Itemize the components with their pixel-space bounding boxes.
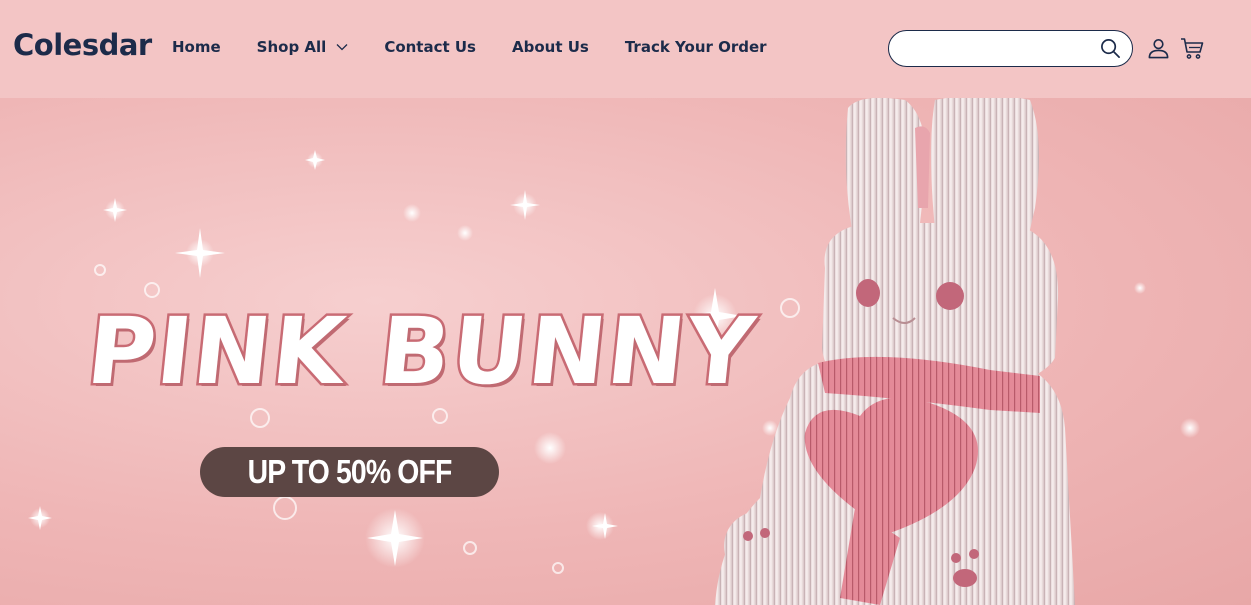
nav-contact-us[interactable]: Contact Us xyxy=(384,38,476,56)
nav-shop-all-label: Shop All xyxy=(256,38,327,56)
nav-home[interactable]: Home xyxy=(172,38,221,56)
search-box xyxy=(888,30,1133,67)
main-nav: Home Shop All Contact Us About Us Track … xyxy=(172,38,803,56)
nav-contact-label: Contact Us xyxy=(384,38,476,56)
site-logo[interactable]: Colesdar xyxy=(13,28,152,62)
hero-banner[interactable]: PINK BUNNY UP TO 50% OFF xyxy=(0,98,1251,605)
search-input[interactable] xyxy=(903,37,1093,61)
hero-title: PINK BUNNY xyxy=(80,296,764,408)
nav-home-label: Home xyxy=(172,38,221,56)
nav-about-label: About Us xyxy=(512,38,589,56)
promo-badge: UP TO 50% OFF xyxy=(200,447,499,497)
search-icon[interactable] xyxy=(1100,38,1121,59)
nav-track-label: Track Your Order xyxy=(624,38,767,56)
bunny-sculpture-image xyxy=(715,98,1075,605)
cart-icon[interactable] xyxy=(1180,36,1204,60)
nav-about-us[interactable]: About Us xyxy=(512,38,589,56)
site-header: Colesdar Home Shop All Contact Us About … xyxy=(0,0,1251,98)
account-icon[interactable] xyxy=(1147,36,1170,60)
chevron-down-icon xyxy=(336,44,348,51)
promo-text: UP TO 50% OFF xyxy=(247,453,453,490)
nav-track-order[interactable]: Track Your Order xyxy=(625,38,767,56)
nav-shop-all[interactable]: Shop All xyxy=(257,38,349,56)
